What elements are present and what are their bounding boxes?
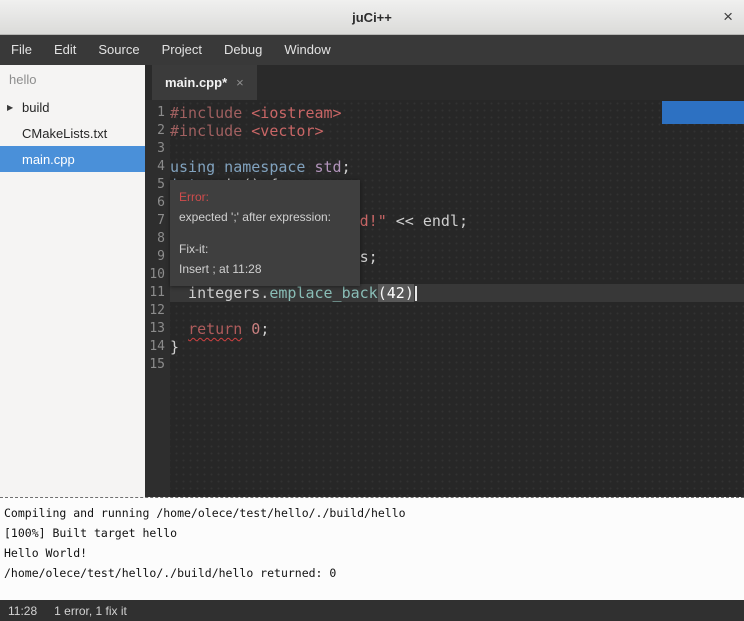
code-line-1[interactable]: 1#include <iostream>	[145, 104, 744, 122]
line-number: 11	[145, 284, 170, 302]
line-number: 15	[145, 356, 170, 374]
output-line: /home/olece/test/hello/./build/hello ret…	[4, 563, 740, 583]
tab-label: main.cpp*	[165, 75, 227, 90]
code-token: (	[378, 284, 387, 302]
code-line-3[interactable]: 3	[145, 140, 744, 158]
code-token: return	[188, 320, 242, 338]
code-line-text: #include <vector>	[170, 122, 744, 140]
tooltip-error-label: Error:	[179, 187, 351, 207]
code-line-text	[170, 356, 744, 374]
text-cursor	[415, 286, 417, 301]
code-token: << endl;	[387, 212, 468, 230]
menu-window[interactable]: Window	[273, 35, 341, 65]
code-token: ;	[260, 320, 269, 338]
code-token: #include	[170, 104, 251, 122]
code-token: ;	[342, 158, 351, 176]
code-token: <iostream>	[251, 104, 341, 122]
code-token: )	[405, 284, 414, 302]
menu-source[interactable]: Source	[87, 35, 150, 65]
code-line-4[interactable]: 4using namespace std;	[145, 158, 744, 176]
line-number: 13	[145, 320, 170, 338]
code-line-text: integers.emplace_back(42)	[170, 284, 744, 302]
code-token	[170, 320, 188, 338]
tooltip-spacer	[179, 227, 351, 239]
line-number: 10	[145, 266, 170, 284]
code-line-text: return 0;	[170, 320, 744, 338]
code-line-2[interactable]: 2#include <vector>	[145, 122, 744, 140]
code-token: using namespace	[170, 158, 315, 176]
tree-item-label: CMakeLists.txt	[22, 126, 107, 141]
line-number: 12	[145, 302, 170, 320]
titlebar: juCi++ ×	[0, 0, 744, 35]
line-number: 7	[145, 212, 170, 230]
code-token: emplace_back	[269, 284, 377, 302]
statusbar: 11:28 1 error, 1 fix it	[0, 600, 744, 621]
window-title: juCi++	[0, 10, 744, 25]
code-token: integers.	[170, 284, 269, 302]
build-output-panel[interactable]: Compiling and running /home/olece/test/h…	[0, 497, 744, 600]
line-number: 6	[145, 194, 170, 212]
line-number: 9	[145, 248, 170, 266]
code-line-text: #include <iostream>	[170, 104, 744, 122]
main-area: hello ▶ build CMakeLists.txt main.cpp main.…	[0, 65, 744, 497]
code-token: <vector>	[251, 122, 323, 140]
tree-item-build[interactable]: ▶ build	[0, 94, 145, 120]
line-number: 5	[145, 176, 170, 194]
code-line-11[interactable]: 11 integers.emplace_back(42)	[145, 284, 744, 302]
cursor-position: 11:28	[8, 604, 37, 618]
output-line: Compiling and running /home/olece/test/h…	[4, 503, 740, 523]
code-line-text: }	[170, 338, 744, 356]
code-token: }	[170, 338, 179, 356]
diagnostics-summary: 1 error, 1 fix it	[54, 604, 127, 618]
tree-item-label: build	[22, 100, 49, 115]
line-number: 3	[145, 140, 170, 158]
code-line-text	[170, 302, 744, 320]
tree-item-cmakelists-txt[interactable]: CMakeLists.txt	[0, 120, 145, 146]
menu-file[interactable]: File	[0, 35, 43, 65]
expander-icon[interactable]: ▶	[7, 103, 13, 112]
code-token	[242, 320, 251, 338]
app-window: juCi++ × FileEditSourceProjectDebugWindo…	[0, 0, 744, 621]
menu-debug[interactable]: Debug	[213, 35, 273, 65]
code-line-15[interactable]: 15	[145, 356, 744, 374]
menu-project[interactable]: Project	[151, 35, 213, 65]
code-token: 42	[387, 284, 405, 302]
file-tree-panel: hello ▶ build CMakeLists.txt main.cpp	[0, 65, 145, 497]
line-number: 1	[145, 104, 170, 122]
editor-column: main.cpp* × 1#include <iostream>2#includ…	[145, 65, 744, 497]
menu-edit[interactable]: Edit	[43, 35, 87, 65]
code-token: #include	[170, 122, 251, 140]
code-token: std	[315, 158, 342, 176]
tab-main-cpp[interactable]: main.cpp* ×	[152, 65, 257, 100]
line-number: 14	[145, 338, 170, 356]
menubar: FileEditSourceProjectDebugWindow	[0, 35, 744, 65]
code-line-14[interactable]: 14}	[145, 338, 744, 356]
output-line: Hello World!	[4, 543, 740, 563]
tooltip-error-text: expected ';' after expression:	[179, 207, 351, 227]
code-line-text: using namespace std;	[170, 158, 744, 176]
tab-close-icon[interactable]: ×	[236, 75, 244, 90]
tooltip-fixit-label: Fix-it:	[179, 239, 351, 259]
tree-item-label: main.cpp	[22, 152, 75, 167]
code-token: 0	[251, 320, 260, 338]
project-name-label: hello	[0, 65, 145, 94]
tooltip-fixit-text: Insert ; at 11:28	[179, 259, 351, 279]
code-line-text	[170, 140, 744, 158]
tabbar: main.cpp* ×	[145, 65, 744, 100]
diagnostic-tooltip: Error: expected ';' after expression: Fi…	[170, 180, 360, 286]
code-line-12[interactable]: 12	[145, 302, 744, 320]
line-number: 2	[145, 122, 170, 140]
tree-item-main-cpp[interactable]: main.cpp	[0, 146, 145, 172]
code-line-13[interactable]: 13 return 0;	[145, 320, 744, 338]
code-editor[interactable]: 1#include <iostream>2#include <vector>34…	[145, 100, 744, 497]
scrollbar-indicator[interactable]	[662, 101, 744, 124]
file-tree: ▶ build CMakeLists.txt main.cpp	[0, 94, 145, 172]
line-number: 4	[145, 158, 170, 176]
line-number: 8	[145, 230, 170, 248]
window-close-button[interactable]: ×	[723, 0, 733, 34]
output-line: [100%] Built target hello	[4, 523, 740, 543]
